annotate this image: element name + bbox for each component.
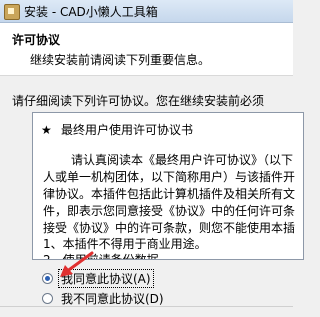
page-subtitle: 继续安装前请阅读下列重要信息。 [30,53,211,67]
license-line: 接受《协议》中的许可条款，则您不能使用本插 [43,221,296,235]
window-title: 安装 - CAD小懒人工具箱 [24,5,158,19]
decline-radio[interactable] [42,293,53,304]
license-line: 请认真阅读本《最终用户许可协议》（以下 [71,153,294,167]
red-arrow-annotation [60,251,94,277]
license-line: 件，即表示您同意接受《协议》中的任何许可条 [43,204,296,218]
license-heading: 最终用户使用许可协议书 [61,123,194,137]
divider [0,306,293,307]
star-icon: ★ [41,123,52,137]
accept-radio[interactable] [42,273,53,284]
page-title: 许可协议 [12,33,61,47]
wizard-header: 许可协议 继续安装前请阅读下列重要信息。 [0,23,293,76]
title-bar[interactable]: 安装 - CAD小懒人工具箱 [0,0,293,23]
instructions-text: 请仔细阅读下列许可协议。您在继续安装前必须 [12,94,265,108]
decline-label[interactable]: 我不同意此协议(D) [59,290,166,307]
license-line: 律协议。本插件包括此计算机插件及相关所有文 [43,187,296,201]
decline-option[interactable]: 我不同意此协议(D) [42,290,166,307]
license-text-area[interactable]: ★ 最终用户使用许可协议书 请认真阅读本《最终用户许可协议》（以下 人或单一机构团… [32,112,304,260]
installer-icon [4,4,20,20]
license-heading-row: ★ 最终用户使用许可协议书 [41,121,193,138]
license-line: 人或单一机构团体，以下简称用户）与该插件开 [43,170,296,184]
